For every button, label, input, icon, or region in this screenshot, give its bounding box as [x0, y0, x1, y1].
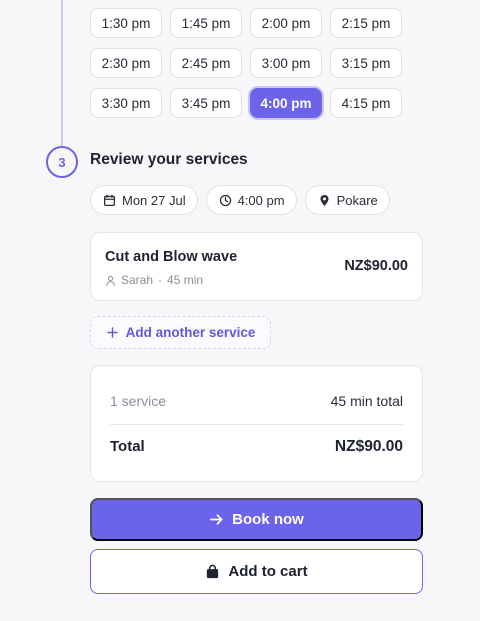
time-slot[interactable]: 2:15 pm — [330, 8, 402, 38]
map-pin-icon — [320, 194, 329, 206]
time-slot[interactable]: 4:15 pm — [330, 88, 402, 118]
service-count: 1 service — [110, 393, 167, 409]
date-chip-label: Mon 27 Jul — [122, 192, 186, 208]
service-card[interactable]: Cut and Blow wave Sarah · 45 min NZ$90.0… — [90, 232, 423, 301]
date-chip[interactable]: Mon 27 Jul — [90, 185, 198, 215]
time-slot-selected[interactable]: 4:00 pm — [250, 88, 322, 118]
summary-row-services: 1 service 45 min total — [110, 393, 403, 409]
time-chip[interactable]: 4:00 pm — [205, 185, 297, 215]
total-duration: 45 min total — [330, 393, 403, 409]
step-rail — [61, 0, 63, 147]
step-number-badge: 3 — [46, 146, 78, 178]
clock-icon — [219, 194, 231, 206]
arrow-right-icon — [210, 514, 223, 525]
calendar-icon — [103, 194, 116, 206]
time-slot[interactable]: 2:45 pm — [170, 48, 242, 78]
service-price: NZ$90.00 — [344, 258, 408, 274]
plus-icon — [106, 327, 118, 338]
time-chip-label: 4:00 pm — [237, 192, 285, 208]
location-chip[interactable]: Pokare — [304, 185, 390, 215]
book-now-button[interactable]: Book now — [90, 498, 423, 541]
time-slot[interactable]: 3:00 pm — [250, 48, 322, 78]
time-slot[interactable]: 3:15 pm — [330, 48, 402, 78]
time-slot[interactable]: 1:45 pm — [170, 8, 242, 38]
meta-separator: · — [158, 273, 163, 287]
service-meta: Sarah · 45 min — [105, 273, 203, 287]
add-to-cart-label: Add to cart — [228, 563, 308, 580]
time-slot[interactable]: 3:30 pm — [90, 88, 162, 118]
add-to-cart-button[interactable]: Add to cart — [90, 549, 423, 594]
add-another-service-button[interactable]: Add another service — [90, 316, 271, 349]
time-slot[interactable]: 2:00 pm — [250, 8, 322, 38]
book-now-label: Book now — [232, 511, 304, 528]
booking-details-chips: Mon 27 Jul 4:00 pm Pokare — [90, 185, 390, 215]
service-name: Cut and Blow wave — [105, 249, 238, 265]
service-duration: 45 min — [167, 273, 204, 287]
shopping-bag-icon — [207, 564, 219, 579]
summary-divider — [110, 424, 403, 425]
person-icon — [106, 275, 115, 286]
location-chip-label: Pokare — [336, 192, 378, 208]
time-slot[interactable]: 3:45 pm — [170, 88, 242, 118]
section-title: Review your services — [90, 151, 248, 168]
time-slot[interactable]: 1:30 pm — [90, 8, 162, 38]
time-slot[interactable]: 2:30 pm — [90, 48, 162, 78]
service-staff: Sarah — [121, 273, 154, 287]
total-label: Total — [110, 438, 145, 455]
time-slot-grid: 1:30 pm 1:45 pm 2:00 pm 2:15 pm 2:30 pm … — [90, 8, 402, 118]
summary-card: 1 service 45 min total Total NZ$90.00 — [90, 365, 423, 482]
total-value: NZ$90.00 — [334, 438, 403, 455]
summary-row-total: Total NZ$90.00 — [110, 438, 403, 456]
add-another-service-label: Add another service — [125, 325, 256, 340]
